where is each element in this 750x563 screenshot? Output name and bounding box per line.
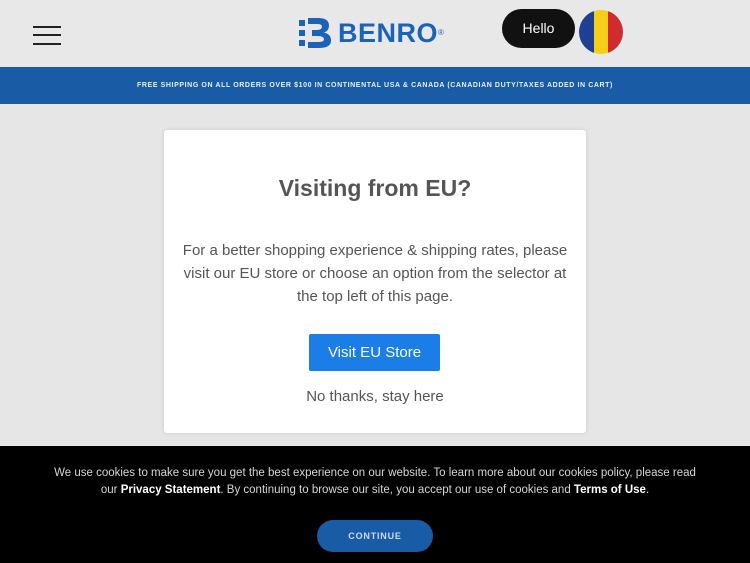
stay-here-link[interactable]: No thanks, stay here <box>164 388 586 405</box>
cookie-message: We use cookies to make sure you get the … <box>45 465 705 499</box>
site-header: BENRO ® Hello <box>0 0 750 67</box>
benro-logo[interactable]: BENRO ® <box>299 17 444 49</box>
privacy-statement-link[interactable]: Privacy Statement <box>121 484 221 496</box>
hello-greeting-button[interactable]: Hello <box>502 9 575 48</box>
romania-flag-icon[interactable] <box>579 10 623 54</box>
registered-mark: ® <box>438 28 444 37</box>
hamburger-menu-icon[interactable] <box>33 24 61 46</box>
terms-of-use-link[interactable]: Terms of Use <box>574 484 646 496</box>
eu-redirect-modal: Visiting from EU? For a better shopping … <box>164 130 586 433</box>
benro-logo-mark-icon <box>299 18 331 48</box>
modal-title: Visiting from EU? <box>278 175 472 201</box>
visit-eu-store-button[interactable]: Visit EU Store <box>309 334 440 371</box>
cookie-text-middle: . By continuing to browse our site, you … <box>220 484 574 496</box>
cookie-consent-bar: We use cookies to make sure you get the … <box>0 446 750 563</box>
logo-text: BENRO <box>338 18 439 48</box>
cookie-text-end: . <box>645 484 650 496</box>
continue-button[interactable]: CONTINUE <box>317 520 433 552</box>
shipping-banner: FREE SHIPPING ON ALL ORDERS OVER $100 IN… <box>0 67 750 104</box>
modal-body-text: For a better shopping experience & shipp… <box>182 242 568 305</box>
